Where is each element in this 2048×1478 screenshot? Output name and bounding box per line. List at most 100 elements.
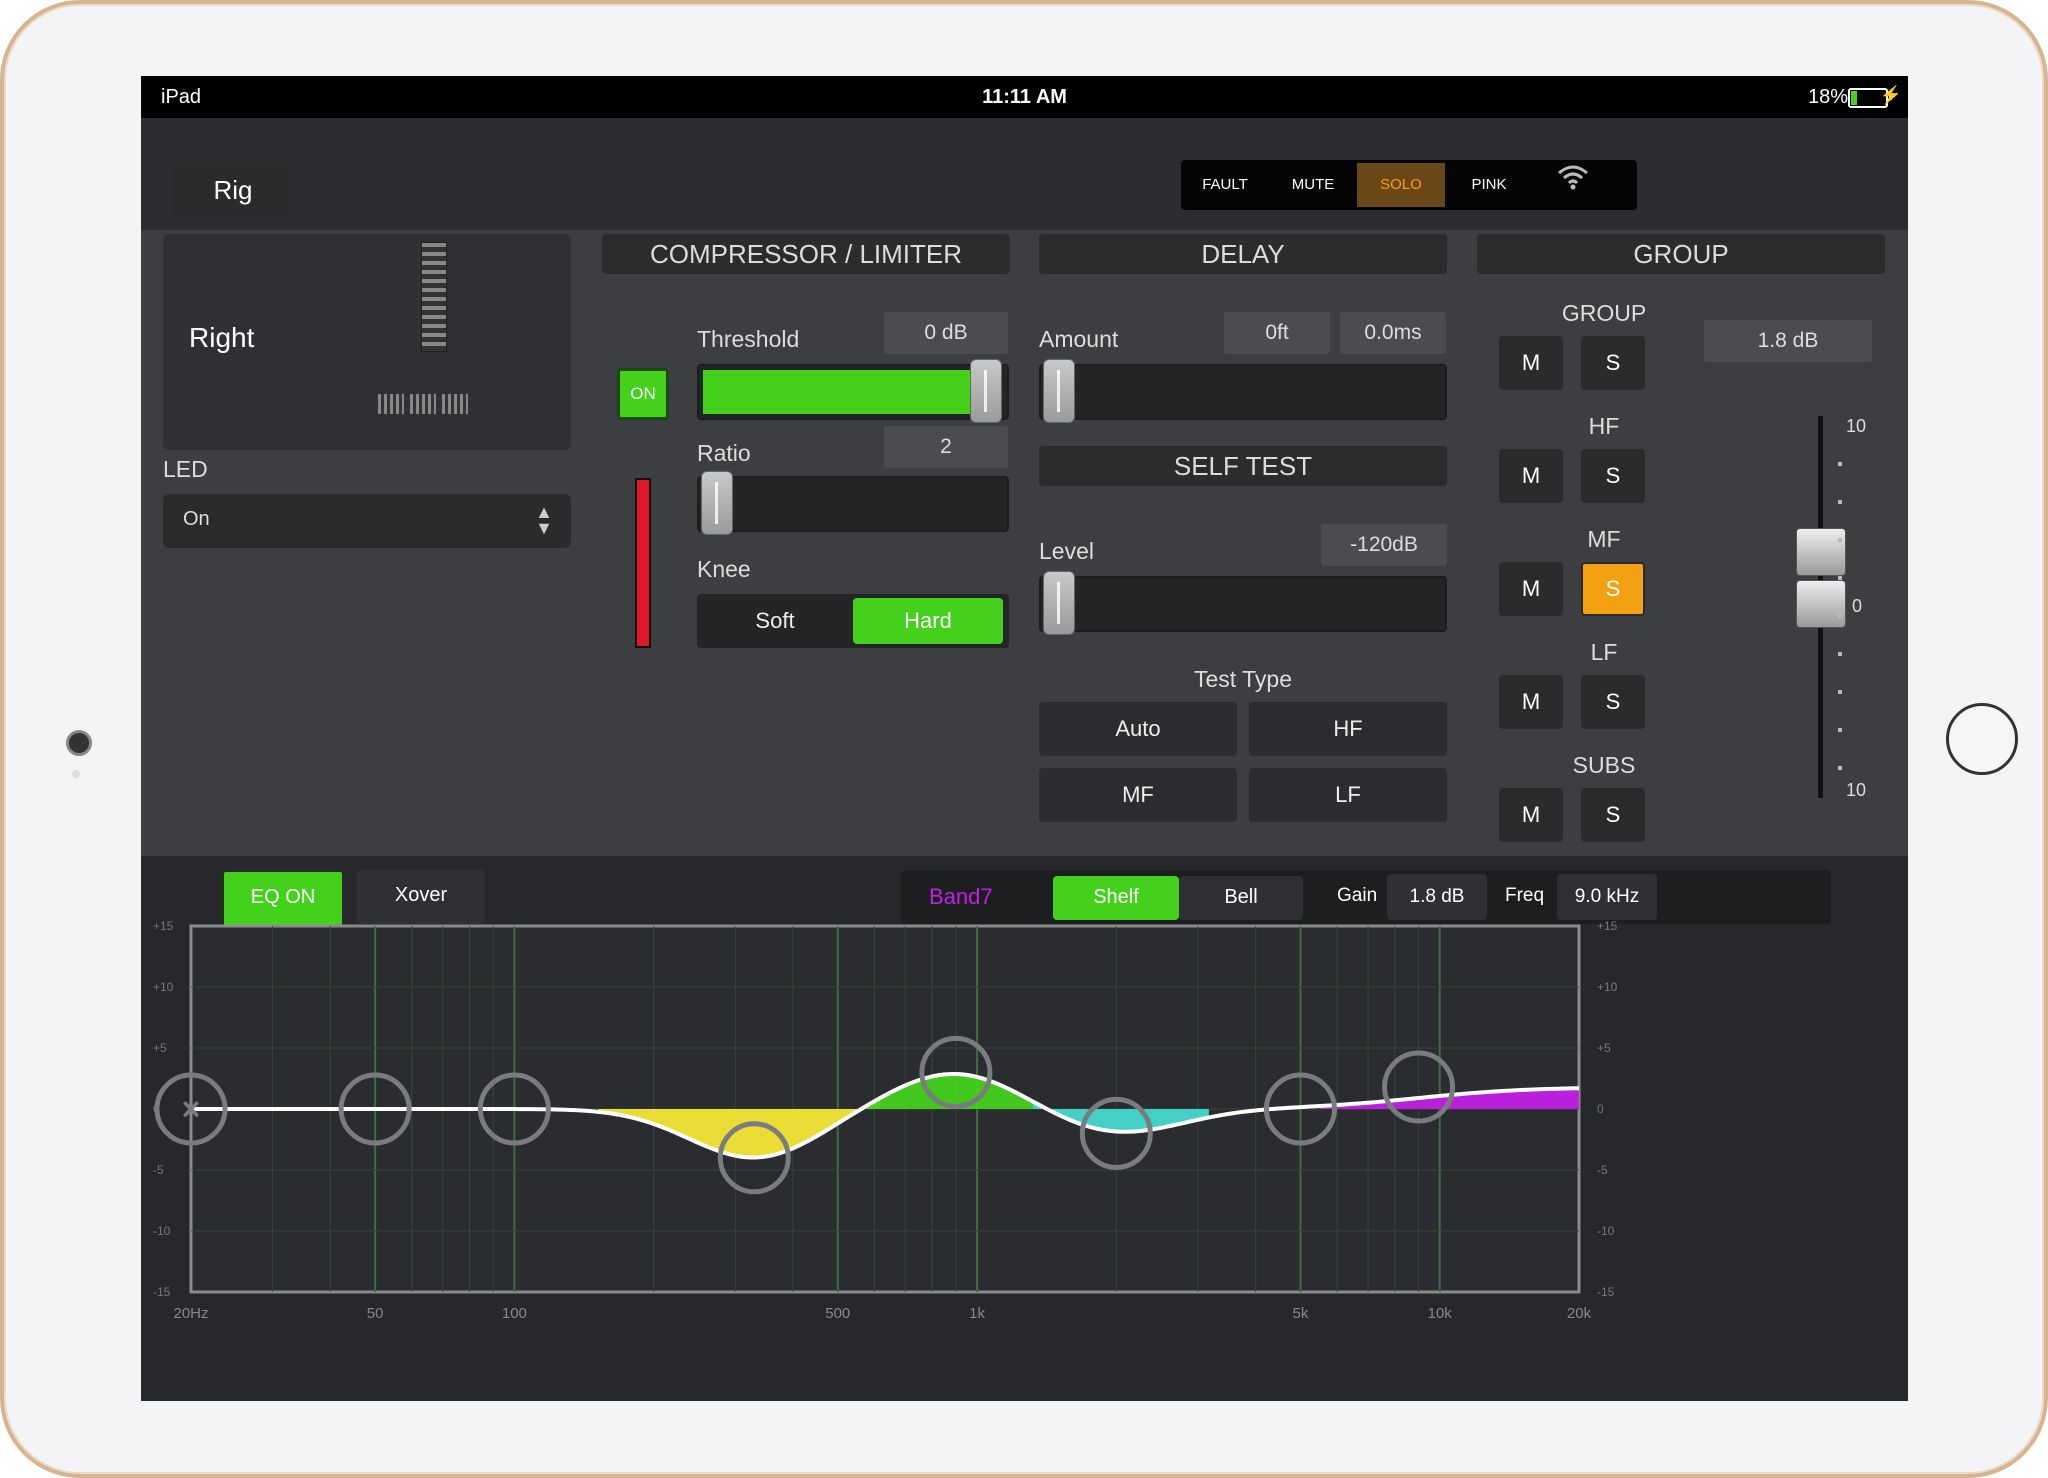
- fader-tick-dots: [1838, 428, 1842, 788]
- test-auto-button[interactable]: Auto: [1039, 702, 1237, 756]
- speaker-card[interactable]: Right: [163, 234, 571, 450]
- subs-solo-button[interactable]: S: [1581, 788, 1645, 842]
- hf-row-label: HF: [1588, 413, 1620, 439]
- knee-label: Knee: [697, 556, 751, 582]
- eq-x-tick-label: 10k: [1428, 1305, 1453, 1322]
- eq-y-tick-label-left: -10: [153, 1224, 171, 1238]
- knee-soft-button[interactable]: Soft: [701, 598, 849, 644]
- eq-y-tick-label-right: +15: [1597, 919, 1618, 933]
- test-lf-button[interactable]: LF: [1249, 768, 1447, 822]
- amount-ft-value[interactable]: 0ft: [1224, 312, 1330, 354]
- eq-y-tick-label-right: +5: [1597, 1041, 1611, 1055]
- compressor-title: COMPRESSOR / LIMITER: [602, 234, 1010, 274]
- eq-x-tick-label: 20Hz: [173, 1305, 208, 1322]
- charging-icon: ⚡: [1879, 85, 1902, 105]
- threshold-fill: [703, 370, 982, 414]
- eq-x-tick-label: 20k: [1567, 1305, 1592, 1322]
- sensor-dot: [72, 770, 80, 778]
- eq-y-tick-label-left: -5: [153, 1163, 164, 1177]
- gain-reduction-meter: [635, 478, 651, 648]
- speaker-name: Right: [189, 322, 255, 353]
- subs-mute-button[interactable]: M: [1499, 788, 1563, 842]
- eq-x-tick-label: 500: [825, 1305, 850, 1322]
- camera-icon: [66, 730, 92, 756]
- ratio-thumb[interactable]: [701, 471, 733, 535]
- compressor-on-toggle[interactable]: ON: [617, 368, 669, 420]
- lf-solo-button[interactable]: S: [1581, 675, 1645, 729]
- mf-solo-button[interactable]: S: [1581, 562, 1645, 616]
- led-label: LED: [163, 456, 208, 482]
- level-value[interactable]: -120dB: [1321, 524, 1447, 566]
- eq-y-tick-label-right: 0: [1597, 1102, 1604, 1116]
- mf-row-label: MF: [1587, 526, 1621, 552]
- eq-y-tick-label-right: -10: [1597, 1224, 1615, 1238]
- indicator-solo: SOLO: [1357, 163, 1445, 207]
- sub-icon-3: [442, 394, 468, 414]
- battery-fill: [1851, 91, 1858, 105]
- fader-mid-label: 0: [1852, 596, 1863, 616]
- group-mute-button[interactable]: M: [1499, 336, 1563, 390]
- knee-segmented: Soft Hard: [697, 594, 1009, 648]
- ratio-value[interactable]: 2: [884, 426, 1008, 468]
- eq-y-tick-label-right: -15: [1597, 1285, 1615, 1299]
- eq-band1-bypass-icon: ×: [182, 1091, 201, 1127]
- amount-slider[interactable]: [1039, 359, 1447, 423]
- sub-icon-1: [378, 394, 404, 414]
- test-hf-button[interactable]: HF: [1249, 702, 1447, 756]
- eq-section: EQ ON Xover Band7 Shelf Bell Gain 1.8 dB…: [141, 856, 1908, 1401]
- rig-button[interactable]: Rig: [171, 164, 295, 216]
- test-mf-button[interactable]: MF: [1039, 768, 1237, 822]
- threshold-label: Threshold: [697, 326, 800, 352]
- ratio-slider[interactable]: [697, 471, 1009, 535]
- threshold-value[interactable]: 0 dB: [884, 312, 1008, 354]
- wifi-svg: [1558, 165, 1588, 190]
- subs-row-label: SUBS: [1572, 752, 1636, 778]
- eq-x-tick-label: 50: [367, 1305, 384, 1322]
- led-select[interactable]: On ▲ ▼: [163, 494, 571, 548]
- led-value: On: [183, 508, 210, 530]
- ratio-label: Ratio: [697, 440, 751, 466]
- amount-label: Amount: [1039, 326, 1119, 352]
- test-type-label: Test Type: [1193, 666, 1293, 692]
- group-title: GROUP: [1477, 234, 1885, 274]
- amount-ms-value[interactable]: 0.0ms: [1340, 312, 1446, 354]
- indicator-mute: MUTE: [1291, 176, 1335, 193]
- eq-y-tick-label-left: +10: [153, 980, 174, 994]
- level-slider[interactable]: [1039, 571, 1447, 635]
- clock: 11:11 AM: [982, 86, 1067, 108]
- group-solo-button[interactable]: S: [1581, 336, 1645, 390]
- eq-graph[interactable]: +15 +15+10 +10+5 +50 0-5 -5-10 -10-15 -1520Hz 50…: [141, 856, 1908, 1401]
- mf-mute-button[interactable]: M: [1499, 562, 1563, 616]
- hf-solo-button[interactable]: S: [1581, 449, 1645, 503]
- level-thumb[interactable]: [1043, 571, 1075, 635]
- sub-icon-2: [410, 394, 436, 414]
- wifi-icon: [1533, 160, 1613, 210]
- group-gain-value[interactable]: 1.8 dB: [1704, 320, 1872, 362]
- fader-bottom-label: 10: [1846, 780, 1867, 800]
- eq-y-tick-label-left: -15: [153, 1285, 171, 1299]
- level-label: Level: [1039, 538, 1094, 564]
- eq-y-tick-label-left: +15: [153, 919, 174, 933]
- header-bar: Rig FAULT MUTE SOLO PINK: [141, 118, 1908, 230]
- group-row-label: GROUP: [1561, 300, 1647, 326]
- threshold-thumb[interactable]: [969, 359, 1002, 423]
- select-arrows-icon: ▲ ▼: [535, 502, 553, 538]
- knee-hard-button[interactable]: Hard: [853, 598, 1003, 644]
- eq-y-tick-label-left: +5: [153, 1041, 167, 1055]
- eq-y-tick-label-right: +10: [1597, 980, 1618, 994]
- status-indicators: FAULT MUTE SOLO PINK: [1181, 160, 1637, 210]
- eq-x-tick-label: 5k: [1293, 1305, 1309, 1322]
- threshold-slider[interactable]: [697, 359, 1009, 423]
- speaker-column-icon: [421, 242, 447, 352]
- eq-x-tick-label: 1k: [969, 1305, 985, 1322]
- home-button[interactable]: [1946, 703, 2018, 775]
- self-test-title: SELF TEST: [1039, 446, 1447, 486]
- amount-thumb[interactable]: [1043, 359, 1075, 423]
- eq-y-tick-label-right: -5: [1597, 1163, 1608, 1177]
- lf-mute-button[interactable]: M: [1499, 675, 1563, 729]
- indicator-fault: FAULT: [1202, 176, 1248, 193]
- fader-top-label: 10: [1846, 416, 1867, 436]
- eq-x-tick-label: 100: [502, 1305, 527, 1322]
- hf-mute-button[interactable]: M: [1499, 449, 1563, 503]
- indicator-pink: PINK: [1471, 176, 1507, 193]
